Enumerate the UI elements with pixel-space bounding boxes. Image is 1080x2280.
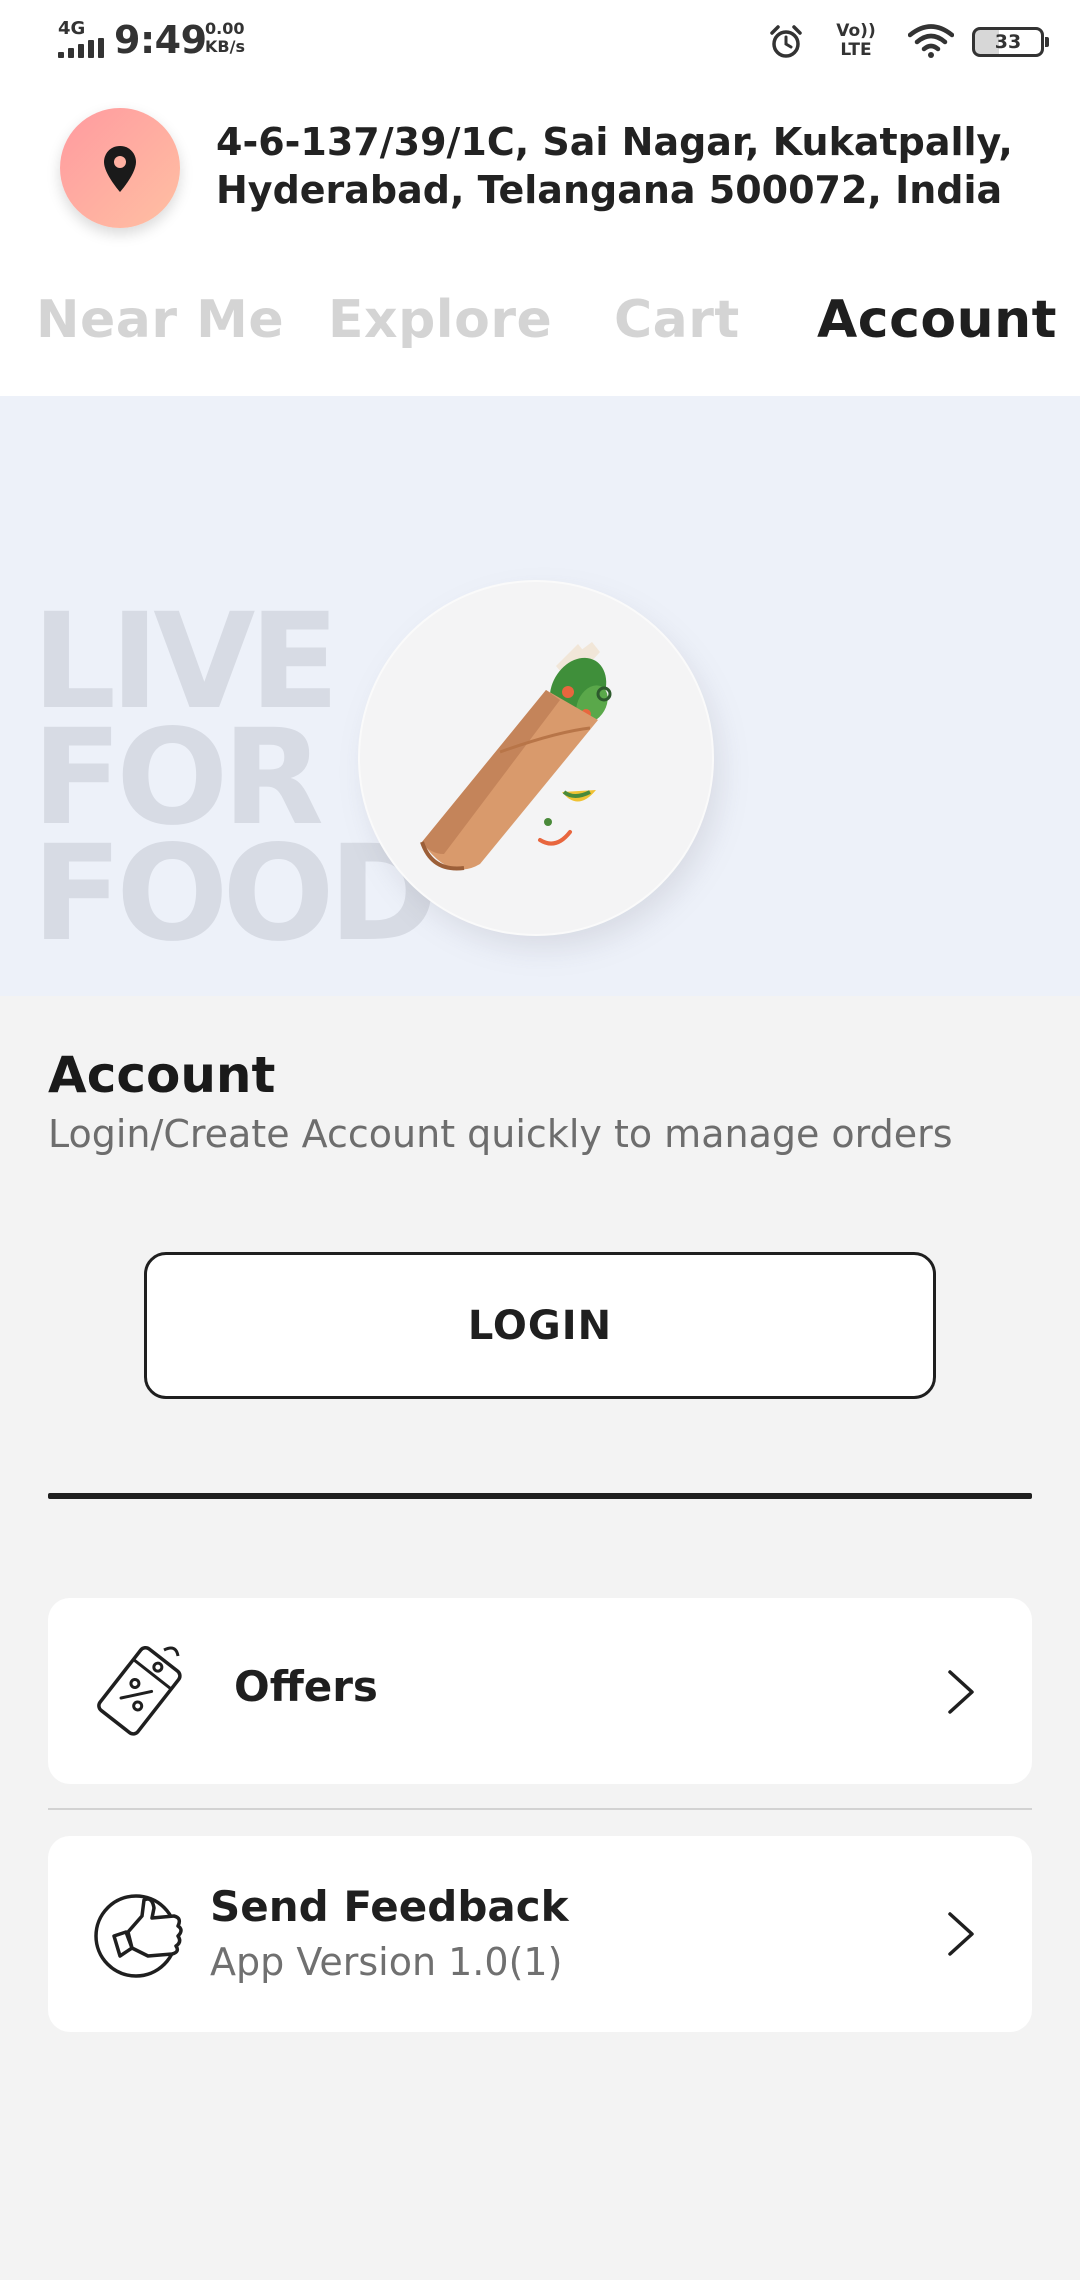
status-icons: Vo)) LTE 33: [724, 18, 1049, 66]
network-speed-value: 0.00: [205, 19, 245, 38]
signal-icon: [58, 38, 104, 58]
login-button[interactable]: LOGIN: [144, 1252, 936, 1399]
status-bar: 4G 9:49 0.00 KB/s Vo)) LTE 33: [0, 0, 1080, 80]
offers-label: Offers: [234, 1662, 378, 1711]
clock-time: 9:49: [114, 18, 207, 62]
account-title: Account: [48, 1046, 276, 1104]
send-feedback-row[interactable]: Send Feedback App Version 1.0(1): [48, 1836, 1032, 2032]
card-divider: [48, 1808, 1032, 1810]
account-subtitle: Login/Create Account quickly to manage o…: [48, 1112, 953, 1156]
network-speed-unit: KB/s: [205, 37, 245, 56]
section-divider: [48, 1493, 1032, 1499]
address-line-1: 4-6-137/39/1C, Sai Nagar, Kukatpally,: [216, 120, 1013, 164]
dosa-illustration: [360, 582, 712, 934]
chevron-right-icon: [948, 1670, 974, 1714]
volte-indicator: Vo)) LTE: [836, 22, 876, 60]
discount-tag-icon: [97, 1645, 182, 1736]
battery-icon: 33: [972, 27, 1049, 57]
tab-explore[interactable]: Explore: [328, 290, 552, 350]
chevron-right-icon: [948, 1912, 974, 1956]
top-tabs: Near Me Explore Cart Account: [0, 280, 1080, 370]
offers-row[interactable]: Offers: [48, 1598, 1032, 1784]
wifi-icon: [908, 24, 954, 58]
network-speed: 0.00 KB/s: [205, 20, 245, 56]
network-type: 4G: [58, 18, 86, 39]
address-line-2: Hyderabad, Telangana 500072, India: [216, 168, 1003, 212]
tab-cart[interactable]: Cart: [614, 290, 740, 350]
send-feedback-label: Send Feedback: [210, 1882, 569, 1931]
hero-banner: LIVE FOR FOOD: [0, 396, 1080, 996]
volte-top: Vo)): [836, 21, 876, 41]
location-badge[interactable]: [60, 108, 180, 228]
dosa-icon: [420, 642, 612, 871]
delivery-address[interactable]: 4-6-137/39/1C, Sai Nagar, Kukatpally, Hy…: [216, 118, 1056, 214]
tab-near-me[interactable]: Near Me: [36, 290, 284, 350]
volte-bottom: LTE: [840, 40, 872, 60]
map-pin-icon: [104, 146, 136, 192]
tab-account[interactable]: Account: [817, 290, 1057, 350]
alarm-icon: [770, 25, 802, 58]
thumbs-up-icon: [94, 1894, 183, 1978]
app-version: App Version 1.0(1): [210, 1940, 563, 1984]
